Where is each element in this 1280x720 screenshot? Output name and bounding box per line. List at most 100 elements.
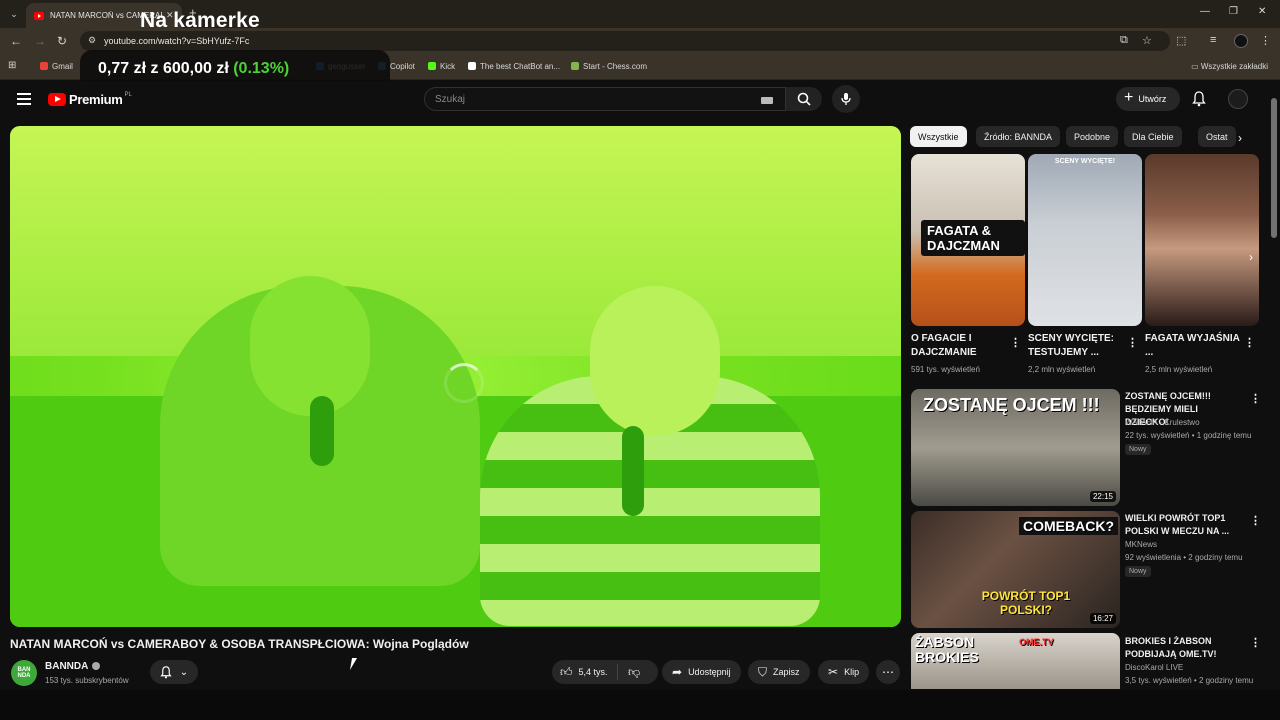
- all-bookmarks[interactable]: ▭ Wszystkie zakładki: [1191, 62, 1268, 71]
- video-meta: 3,5 tys. wyświetleń • 2 godziny temu: [1125, 676, 1254, 685]
- price-progress-text: 0,77 zł z 600,00 zł (0.13%): [98, 60, 289, 78]
- video-options-icon[interactable]: ⋮: [1250, 392, 1261, 405]
- youtube-logo[interactable]: Premium PL: [48, 92, 132, 107]
- search-input[interactable]: Szukaj: [424, 87, 786, 111]
- search-button[interactable]: [786, 87, 822, 111]
- new-badge: Nowy: [1125, 566, 1151, 577]
- forward-icon[interactable]: →: [34, 34, 46, 48]
- save-button[interactable]: ⛉ Zapisz: [748, 660, 810, 684]
- video-frame-microphone-left: [310, 396, 334, 466]
- video-title-link[interactable]: BROKIES I ŻABSON PODBIJAJĄ OME.TV!: [1125, 635, 1243, 661]
- share-button[interactable]: ➦ Udostępnij: [662, 660, 741, 684]
- more-actions-button[interactable]: ⋯: [876, 660, 900, 684]
- channel-avatar[interactable]: BAN NDA: [11, 660, 37, 686]
- bookmark-icon: ⛉: [758, 664, 768, 679]
- menu-icon[interactable]: [17, 93, 31, 105]
- thumbnail-text: ŻABSON BROKIES: [915, 634, 979, 665]
- bookmark-kick[interactable]: Kick: [428, 62, 455, 71]
- chip-recent[interactable]: Ostat: [1198, 126, 1236, 147]
- short-thumbnail[interactable]: [1145, 154, 1259, 326]
- video-thumbnail[interactable]: ZOSTANĘ OJCEM !!! 22:15: [911, 389, 1120, 506]
- short-views: 2,2 mln wyświetleń: [1028, 365, 1096, 374]
- video-player[interactable]: [10, 126, 901, 627]
- verified-icon: [92, 662, 101, 670]
- short-options-icon[interactable]: ⋮: [1010, 336, 1021, 349]
- thumbnail-subtext: POWRÓT TOP1 POLSKI?: [981, 589, 1071, 617]
- chess-icon: [571, 62, 579, 70]
- save-label: Zapisz: [773, 667, 800, 677]
- back-icon[interactable]: ←: [10, 34, 22, 48]
- video-frame-microphone-right: [622, 426, 644, 516]
- chip-similar[interactable]: Podobne: [1066, 126, 1119, 147]
- bookmark-gmail[interactable]: Gmail: [40, 62, 73, 71]
- like-button[interactable]: 👍︎ 5,4 tys.: [552, 664, 618, 680]
- plus-icon: +: [1124, 89, 1134, 106]
- video-duration: 22:15: [1089, 491, 1116, 502]
- short-thumbnail[interactable]: SCENY WYCIĘTE!: [1028, 154, 1142, 326]
- share-label: Udostępnij: [688, 667, 731, 677]
- chip-source[interactable]: Źródło: BANNDA: [976, 126, 1061, 147]
- tab-search-icon[interactable]: ⌄: [6, 6, 22, 22]
- chip-all[interactable]: Wszystkie: [910, 126, 967, 147]
- reload-icon[interactable]: ↻: [57, 34, 67, 48]
- video-thumbnail[interactable]: ŻABSON BROKIES OME.TV: [911, 633, 1120, 689]
- install-app-icon[interactable]: ⧉: [1120, 34, 1128, 47]
- scrollbar-thumb[interactable]: [1271, 98, 1277, 238]
- short-thumbnail[interactable]: FAGATA & DAJCZMAN: [911, 154, 1025, 326]
- bookmark-chess[interactable]: Start - Chess.com: [571, 62, 647, 71]
- reading-list-icon[interactable]: ≡: [1210, 34, 1216, 46]
- video-thumbnail[interactable]: COMEBACK? POWRÓT TOP1 POLSKI? 16:27: [911, 511, 1120, 628]
- notifications-bell-icon[interactable]: [1192, 91, 1206, 112]
- clip-label: Klip: [844, 667, 860, 677]
- keyboard-icon[interactable]: [761, 97, 773, 104]
- video-frame-head-right: [590, 286, 720, 436]
- account-avatar[interactable]: [1228, 89, 1248, 109]
- apps-grid-icon[interactable]: ⊞: [8, 60, 16, 71]
- video-options-icon[interactable]: ⋮: [1250, 514, 1261, 527]
- bell-icon: [160, 665, 172, 678]
- extensions-icon[interactable]: ⬚: [1176, 34, 1186, 47]
- price-of: z: [150, 60, 159, 77]
- loading-spinner-icon: [444, 363, 484, 403]
- dislike-button[interactable]: 👎︎: [618, 665, 640, 680]
- video-channel[interactable]: WATAHA - Krulestwo: [1125, 418, 1200, 427]
- bookmark-chatbot[interactable]: The best ChatBot an...: [468, 62, 560, 71]
- search-icon: [797, 92, 811, 106]
- url-text: youtube.com/watch?v=SbHYufz-7Fc: [104, 36, 250, 46]
- short-title[interactable]: FAGATA WYJAŚNIA ...: [1145, 332, 1241, 360]
- channel-name[interactable]: BANNDA: [45, 661, 101, 672]
- short-title[interactable]: O FAGACIE I DAJCZMANIE: [911, 332, 1007, 360]
- chip-for-you[interactable]: Dla Ciebie: [1124, 126, 1182, 147]
- clip-button[interactable]: ✂ Klip: [818, 660, 870, 684]
- minimize-icon[interactable]: —: [1200, 6, 1210, 17]
- video-title-link[interactable]: WIELKI POWRÓT TOP1 POLSKI W MECZU NA ...: [1125, 512, 1243, 538]
- more-icon: ⋯: [882, 665, 894, 679]
- taskbar-area: [0, 690, 1280, 720]
- page-scrollbar[interactable]: [1271, 86, 1277, 686]
- mouse-cursor-icon: [349, 658, 358, 670]
- address-bar[interactable]: ⚙ youtube.com/watch?v=SbHYufz-7Fc ⧉ ☆: [80, 31, 1170, 51]
- browser-menu-icon[interactable]: ⋮: [1260, 34, 1271, 47]
- video-options-icon[interactable]: ⋮: [1250, 636, 1261, 649]
- profile-avatar[interactable]: [1234, 34, 1248, 48]
- video-channel[interactable]: DiscoKarol LIVE: [1125, 663, 1183, 672]
- share-icon: ➦: [672, 665, 683, 679]
- maximize-icon[interactable]: ❐: [1229, 6, 1238, 17]
- bookmark-star-icon[interactable]: ☆: [1142, 34, 1152, 47]
- scissors-icon: ✂: [828, 665, 839, 679]
- chevron-right-icon[interactable]: ›: [1238, 131, 1242, 145]
- youtube-favicon-icon: [34, 11, 44, 20]
- create-button[interactable]: + Utwórz: [1116, 87, 1180, 111]
- site-info-icon[interactable]: ⚙: [88, 35, 96, 46]
- short-options-icon[interactable]: ⋮: [1127, 336, 1138, 349]
- subscription-bell-button[interactable]: ⌄: [150, 660, 198, 684]
- voice-search-button[interactable]: [832, 85, 860, 113]
- video-channel[interactable]: MKNews: [1125, 540, 1157, 549]
- short-title[interactable]: SCENY WYCIĘTE: TESTUJEMY ...: [1028, 332, 1124, 360]
- thumbnail-text: COMEBACK?: [1019, 517, 1118, 535]
- price-percent: (0.13%): [233, 60, 290, 77]
- shorts-next-icon[interactable]: ›: [1249, 250, 1253, 264]
- short-options-icon[interactable]: ⋮: [1244, 336, 1255, 349]
- thumbnail-text: ZOSTANĘ OJCEM !!!: [923, 395, 1100, 415]
- window-close-icon[interactable]: ✕: [1258, 6, 1266, 17]
